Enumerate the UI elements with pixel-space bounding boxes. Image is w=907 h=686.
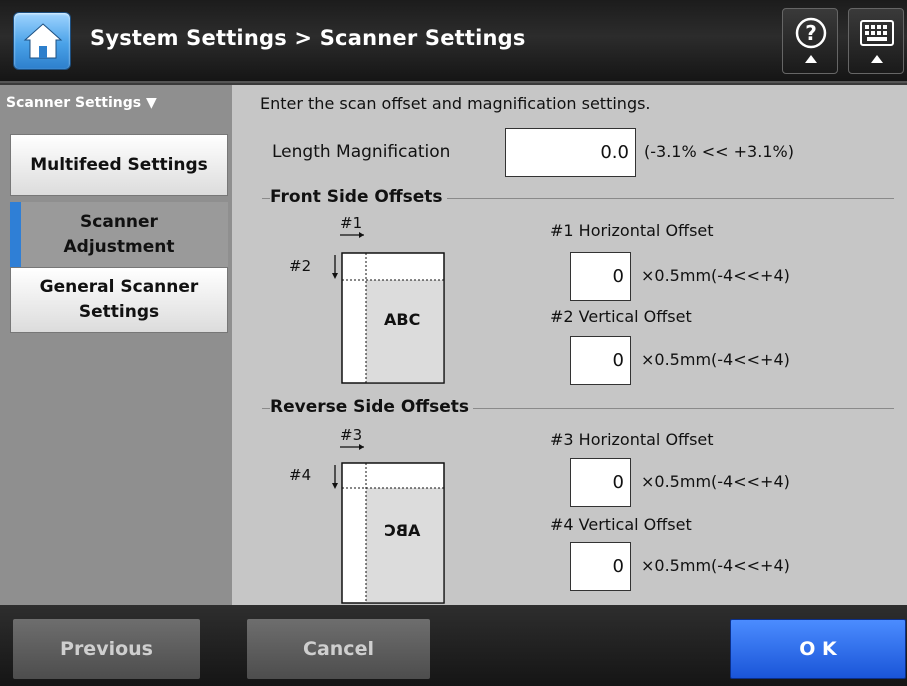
- reverse-mark-vertical: #4: [289, 466, 312, 484]
- cancel-button[interactable]: Cancel: [247, 619, 430, 679]
- front-horizontal-offset-unit: ×0.5mm(-4<<+4): [641, 266, 790, 285]
- front-horizontal-offset-input[interactable]: 0: [570, 252, 631, 301]
- front-vertical-offset-label: #2 Vertical Offset: [550, 307, 692, 326]
- reverse-horizontal-offset-input[interactable]: 0: [570, 458, 631, 507]
- reverse-horizontal-offset-label: #3 Horizontal Offset: [550, 430, 714, 449]
- reverse-sample-text: ABC: [384, 521, 421, 540]
- front-mark-vertical: #2: [289, 257, 312, 275]
- reverse-section-title: Reverse Side Offsets: [270, 397, 473, 417]
- sidebar-item-scanner-adjustment[interactable]: Scanner Adjustment: [10, 202, 228, 268]
- sidebar-item-label: Scanner Adjustment: [63, 212, 175, 257]
- footer-bar: Previous Cancel O K: [0, 605, 907, 686]
- sidebar-item-multifeed-settings[interactable]: Multifeed Settings: [10, 134, 228, 196]
- front-sample-text: ABC: [384, 310, 421, 329]
- sidebar-item-general-scanner-settings[interactable]: General Scanner Settings: [10, 267, 228, 333]
- title-bar: System Settings > Scanner Settings ?: [0, 0, 907, 83]
- length-magnification-label: Length Magnification: [272, 142, 451, 162]
- ok-button[interactable]: O K: [730, 619, 906, 679]
- active-indicator: [10, 202, 21, 268]
- front-section-title: Front Side Offsets: [270, 187, 447, 207]
- svg-text:?: ?: [805, 21, 817, 45]
- front-vertical-offset-unit: ×0.5mm(-4<<+4): [641, 350, 790, 369]
- sidebar-item-label: General Scanner Settings: [39, 277, 199, 322]
- reverse-vertical-offset-unit: ×0.5mm(-4<<+4): [641, 556, 790, 575]
- instruction-text: Enter the scan offset and magnification …: [260, 94, 651, 113]
- home-button[interactable]: [13, 12, 71, 70]
- front-horizontal-offset-label: #1 Horizontal Offset: [550, 221, 714, 240]
- previous-button[interactable]: Previous: [13, 619, 200, 679]
- keyboard-button[interactable]: [848, 8, 904, 74]
- page-title: System Settings > Scanner Settings: [90, 26, 526, 50]
- help-icon: ?: [795, 17, 827, 63]
- reverse-vertical-offset-label: #4 Vertical Offset: [550, 515, 692, 534]
- keyboard-icon: [860, 20, 894, 63]
- sidebar-heading[interactable]: Scanner Settings ▼: [6, 95, 157, 111]
- reverse-horizontal-offset-unit: ×0.5mm(-4<<+4): [641, 472, 790, 491]
- sidebar: Scanner Settings ▼ Multifeed Settings Sc…: [0, 85, 232, 605]
- front-offset-diagram: [332, 232, 445, 384]
- main-panel: Enter the scan offset and magnification …: [232, 85, 907, 605]
- length-magnification-input[interactable]: 0.0: [505, 128, 636, 177]
- help-button[interactable]: ?: [782, 8, 838, 74]
- reverse-vertical-offset-input[interactable]: 0: [570, 542, 631, 591]
- home-icon: [23, 23, 63, 59]
- front-vertical-offset-input[interactable]: 0: [570, 336, 631, 385]
- length-magnification-range: (-3.1% << +3.1%): [644, 142, 794, 161]
